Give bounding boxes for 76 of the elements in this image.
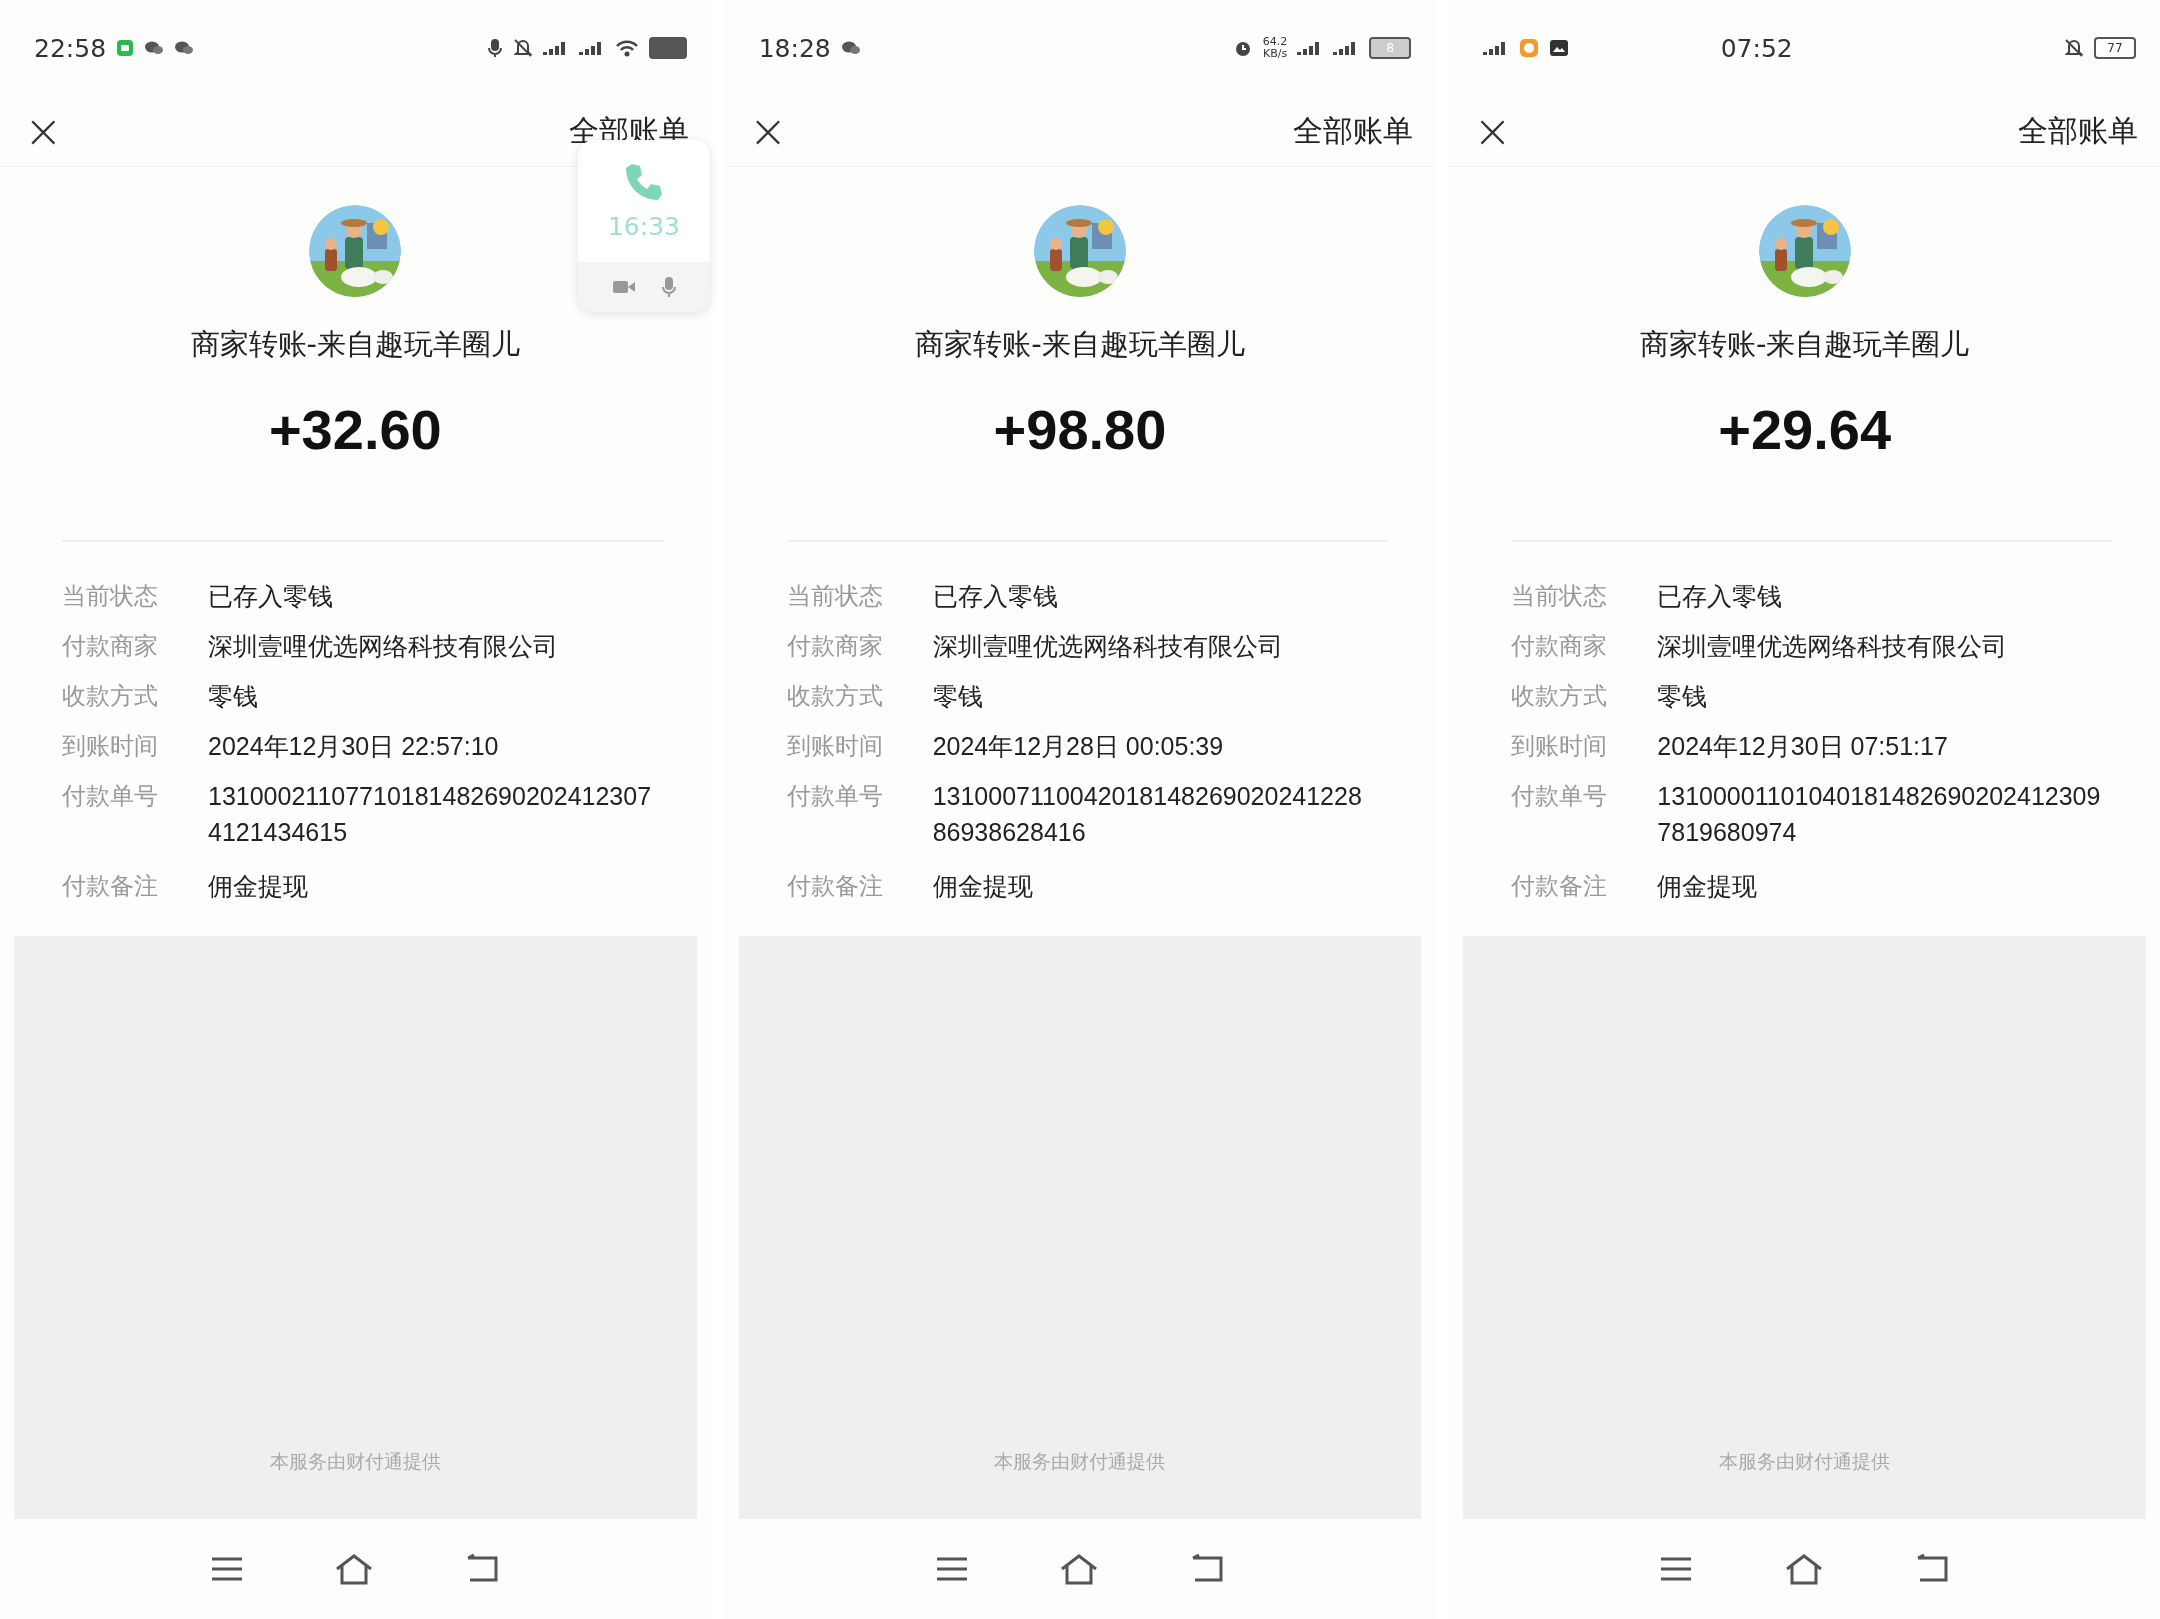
detail-label: 付款单号 — [786, 782, 883, 812]
detail-label: 到账时间 — [62, 732, 158, 760]
detail-label: 付款商家 — [1511, 632, 1608, 660]
detail-value: 已存入零钱 — [1657, 582, 1784, 610]
microphone-icon — [662, 276, 676, 298]
footer-note: 本服务由财付通提供 — [994, 1449, 1166, 1474]
chat-icon — [174, 40, 195, 56]
detail-value: 零钱 — [1657, 682, 1709, 710]
detail-value: 2024年12月30日 22:57:10 — [208, 732, 500, 760]
network-speed: 64.2 — [1262, 36, 1288, 48]
detail-value: 2024年12月30日 07:51:17 — [1657, 732, 1949, 760]
chat-icon — [840, 40, 861, 56]
detail-label: 付款单号 — [1511, 782, 1608, 812]
chat-icon — [144, 40, 165, 56]
detail-value: 深圳壹哩优选网络科技有限公司 — [208, 632, 559, 660]
detail-value: 深圳壹哩优选网络科技有限公司 — [1657, 632, 2009, 660]
microphone-icon — [486, 38, 503, 58]
footer-note: 本服务由财付通提供 — [1719, 1449, 1891, 1474]
detail-value: 1310007110042018148269020241228 86938628416 — [932, 781, 1363, 848]
amount: +98.80 — [993, 397, 1167, 462]
detail-value: 佣金提现 — [932, 872, 1034, 900]
detail-label: 付款备注 — [62, 872, 158, 900]
close-button[interactable]: × — [1473, 108, 1512, 154]
detail-value: 零钱 — [208, 682, 259, 710]
status-time: 22:58 — [34, 33, 107, 63]
wifi-icon — [614, 39, 639, 57]
detail-label: 付款商家 — [786, 632, 883, 660]
home-icon[interactable] — [334, 1553, 375, 1585]
app-icon — [116, 39, 135, 57]
merchant-name: 商家转账-来自趣玩羊圈儿 — [190, 326, 521, 363]
detail-label: 到账时间 — [786, 732, 883, 760]
detail-value: 已存入零钱 — [932, 582, 1059, 610]
detail-value: 佣金提现 — [1657, 872, 1759, 900]
detail-value: 13100021107710181482690202412307 4121434615 — [208, 781, 653, 848]
detail-value: 零钱 — [932, 682, 984, 710]
battery-icon — [648, 37, 687, 59]
footer-note: 本服务由财付通提供 — [269, 1449, 441, 1474]
all-bills-link[interactable]: 全部账单 — [2018, 110, 2138, 152]
close-button[interactable]: × — [24, 108, 63, 154]
merchant-name: 商家转账-来自趣玩羊圈儿 — [1639, 326, 1970, 363]
network-speed-unit: KB/s — [1262, 48, 1288, 60]
call-duration: 16:33 — [607, 212, 680, 241]
home-icon[interactable] — [1058, 1553, 1099, 1585]
detail-value: 佣金提现 — [208, 872, 309, 900]
detail-value: 2024年12月28日 00:05:39 — [932, 732, 1225, 760]
menu-icon[interactable] — [1659, 1555, 1694, 1583]
merchant-name: 商家转账-来自趣玩羊圈儿 — [915, 326, 1245, 363]
detail-label: 付款单号 — [62, 782, 158, 812]
home-icon[interactable] — [1783, 1553, 1824, 1585]
detail-label: 当前状态 — [62, 582, 158, 610]
close-button[interactable]: × — [748, 108, 788, 154]
battery-icon: 77 — [2094, 37, 2136, 59]
video-icon — [612, 279, 636, 295]
mute-icon — [2064, 38, 2084, 58]
detail-value: 深圳壹哩优选网络科技有限公司 — [932, 632, 1284, 660]
detail-label: 收款方式 — [786, 682, 883, 710]
detail-label: 收款方式 — [62, 682, 158, 710]
menu-icon[interactable] — [210, 1555, 245, 1583]
detail-label: 收款方式 — [1511, 682, 1608, 710]
gallery-icon — [1549, 39, 1570, 57]
status-time: 18:28 — [758, 33, 831, 63]
detail-label: 到账时间 — [1511, 732, 1608, 760]
detail-value: 已存入零钱 — [208, 582, 334, 610]
app-icon — [1519, 38, 1540, 58]
detail-label: 当前状态 — [786, 582, 883, 610]
amount: +29.64 — [1718, 397, 1892, 462]
detail-value: 13100001101040181482690202412309 7819680974 — [1657, 781, 2102, 848]
detail-label: 付款备注 — [1511, 872, 1608, 900]
status-time: 07:52 — [1720, 33, 1793, 63]
detail-label: 付款备注 — [786, 872, 883, 900]
menu-icon[interactable] — [934, 1555, 969, 1583]
detail-label: 付款商家 — [62, 632, 158, 660]
detail-label: 当前状态 — [1511, 582, 1608, 610]
mute-icon — [512, 38, 533, 58]
all-bills-link[interactable]: 全部账单 — [1293, 110, 1414, 152]
amount: +32.60 — [268, 397, 442, 462]
